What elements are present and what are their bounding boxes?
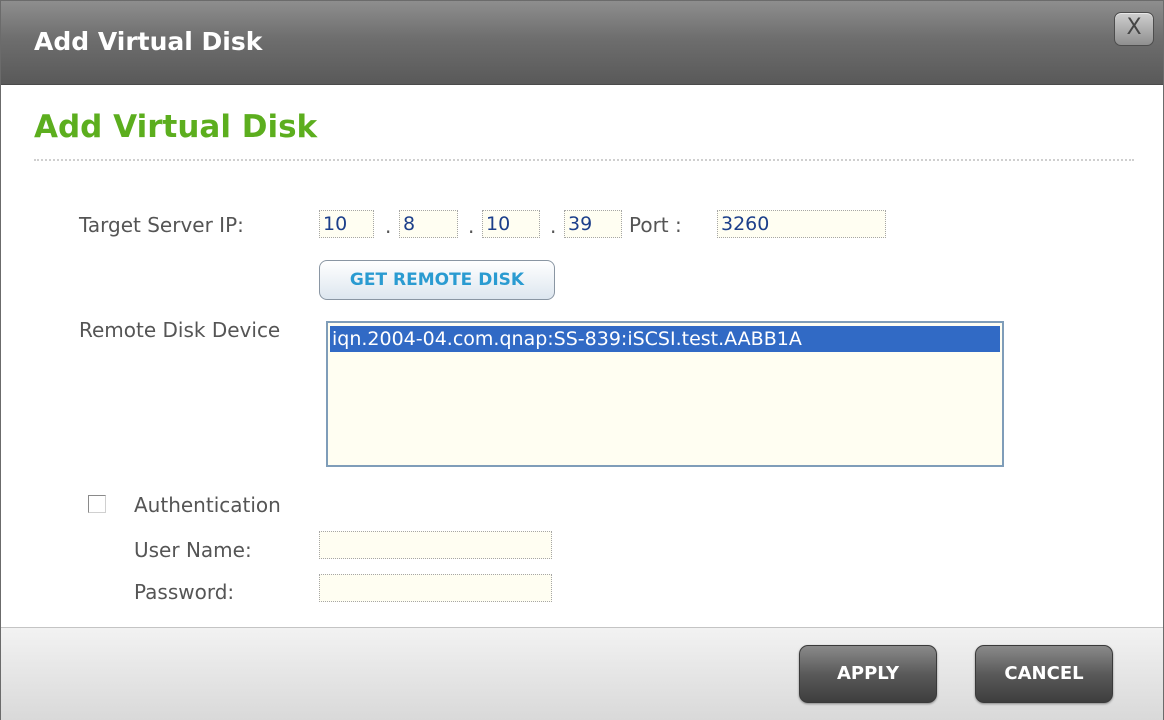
close-icon: X (1126, 15, 1142, 40)
remote-disk-listbox[interactable]: iqn.2004-04.com.qnap:SS-839:iSCSI.test.A… (326, 321, 1004, 467)
page-title: Add Virtual Disk (34, 109, 318, 145)
list-item[interactable]: iqn.2004-04.com.qnap:SS-839:iSCSI.test.A… (330, 326, 1000, 352)
get-remote-disk-button[interactable]: GET REMOTE DISK (319, 260, 555, 300)
port-label: Port : (629, 213, 682, 237)
ip-separator: . (385, 214, 392, 238)
ip-octet-1-input[interactable]: 10 (319, 210, 374, 238)
dotted-divider (34, 159, 1134, 161)
ip-octet-2-input[interactable]: 8 (399, 210, 458, 238)
authentication-checkbox[interactable] (88, 495, 106, 513)
authentication-label: Authentication (134, 493, 281, 517)
apply-button[interactable]: APPLY (799, 645, 937, 703)
user-name-label: User Name: (134, 538, 252, 562)
window-title: Add Virtual Disk (34, 27, 263, 56)
password-label: Password: (134, 580, 235, 604)
title-bar: Add Virtual Disk X (1, 1, 1163, 85)
remote-disk-device-label: Remote Disk Device (79, 318, 281, 342)
close-button[interactable]: X (1114, 12, 1154, 46)
user-name-input[interactable] (319, 531, 552, 559)
target-server-ip-label: Target Server IP: (79, 213, 244, 237)
password-input[interactable] (319, 574, 552, 602)
port-input[interactable]: 3260 (717, 210, 886, 238)
cancel-button[interactable]: CANCEL (975, 645, 1113, 703)
ip-octet-4-input[interactable]: 39 (564, 210, 622, 238)
ip-separator: . (468, 214, 475, 238)
ip-octet-3-input[interactable]: 10 (482, 210, 540, 238)
add-virtual-disk-dialog: Add Virtual Disk X Add Virtual Disk Targ… (0, 0, 1164, 720)
ip-separator: . (550, 214, 557, 238)
